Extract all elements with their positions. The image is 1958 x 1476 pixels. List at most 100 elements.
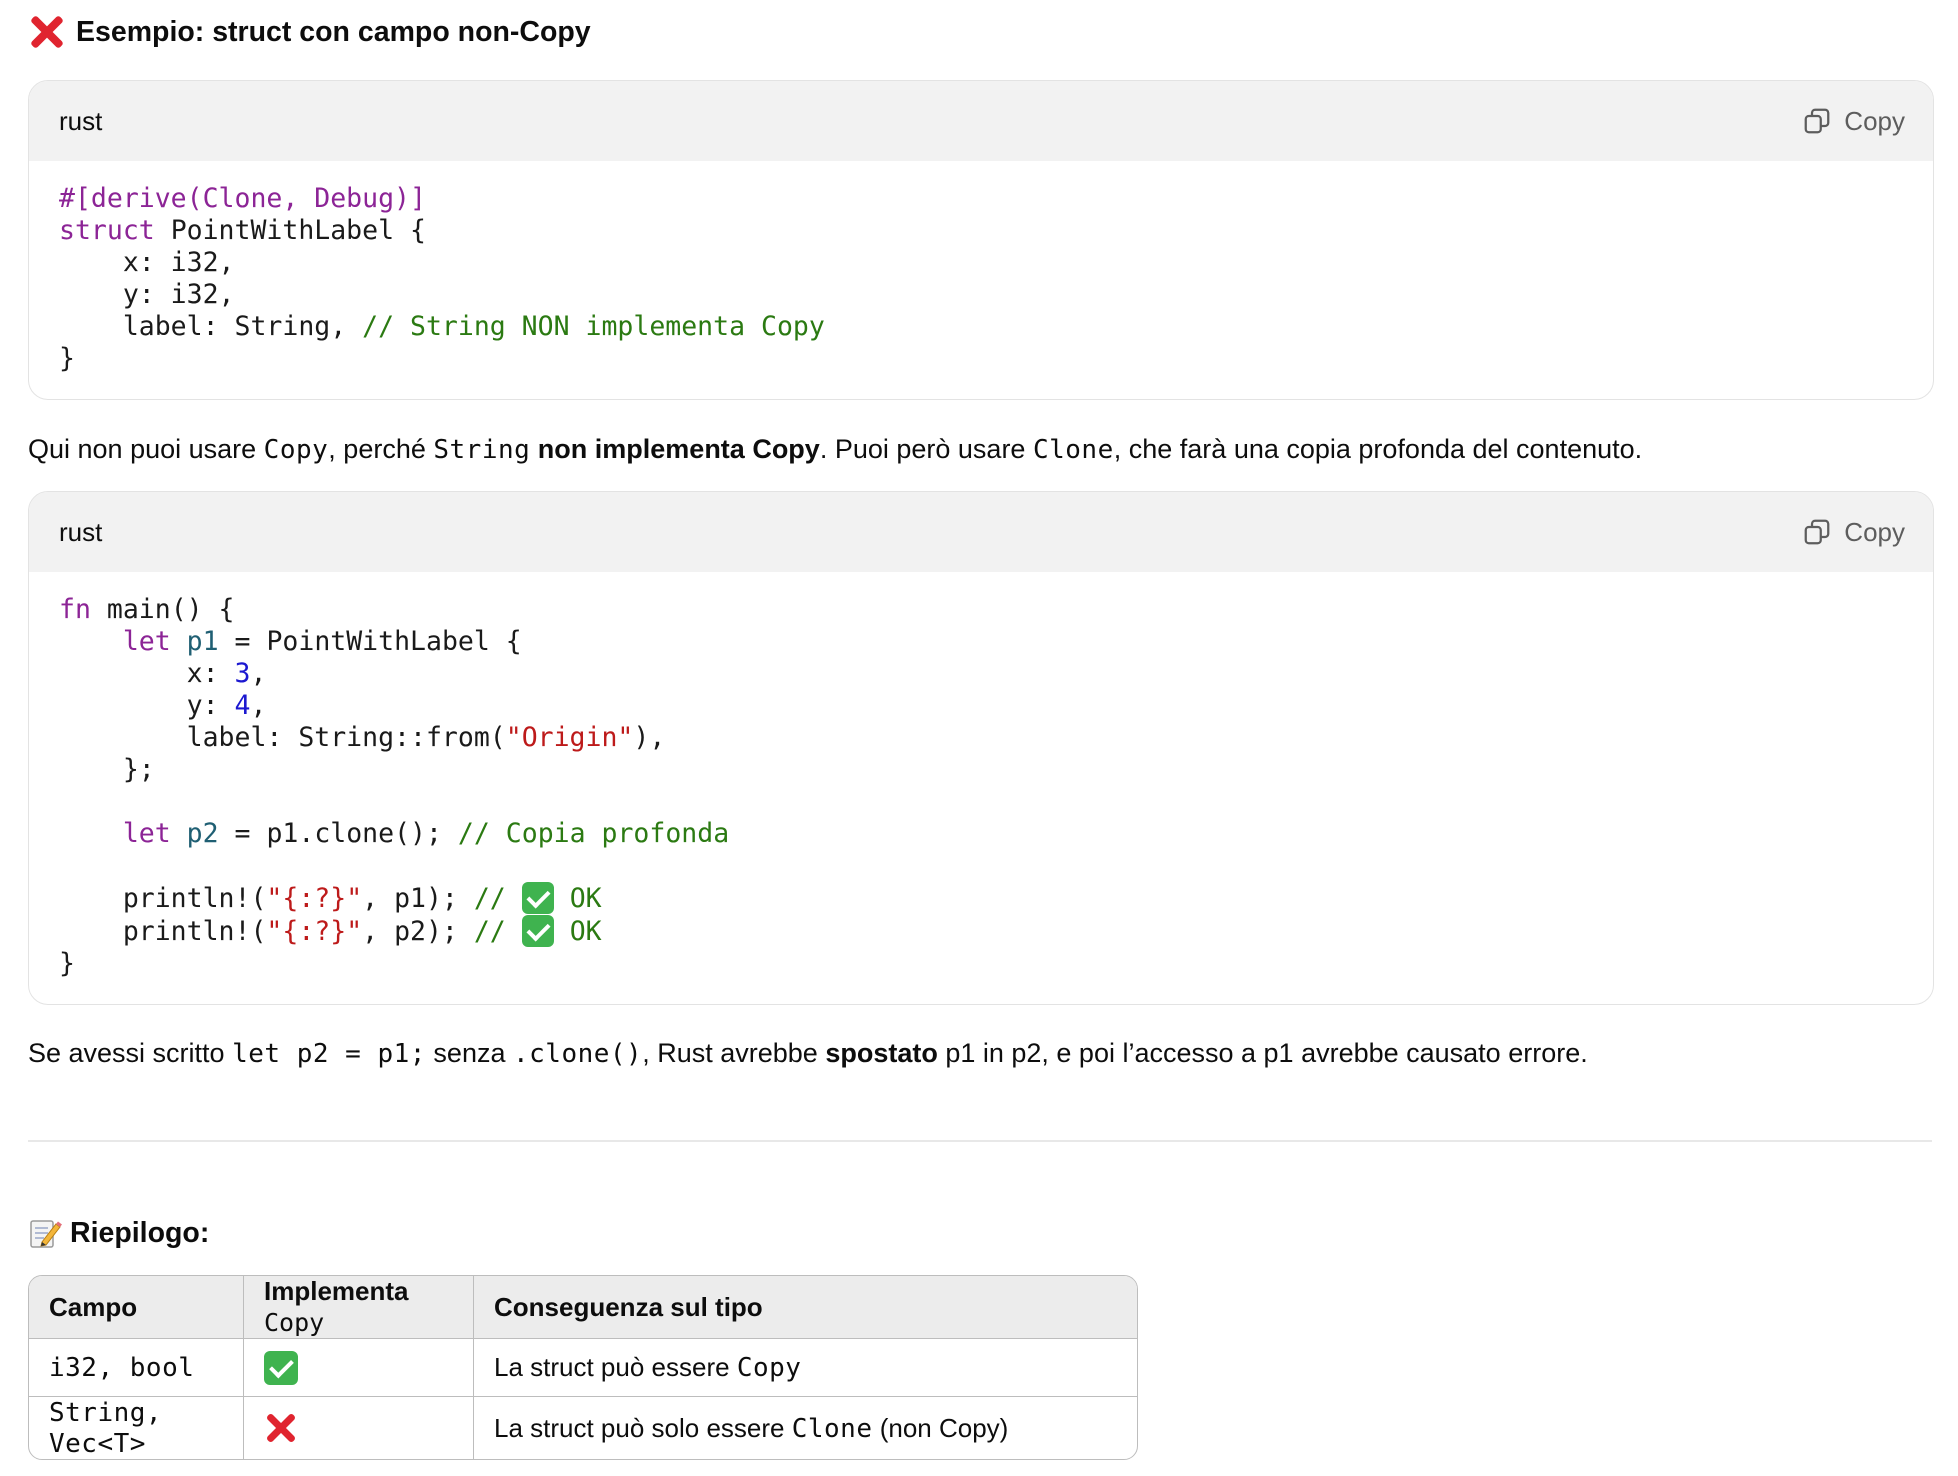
text: . Puoi però usare — [819, 434, 1033, 464]
memo-icon — [30, 1220, 62, 1248]
code-content[interactable]: fn main() { let p1 = PointWithLabel { x:… — [29, 572, 1933, 1004]
bold-text: non implementa Copy — [537, 434, 820, 464]
copy-code-button[interactable]: Copy — [1802, 106, 1905, 137]
code-token: } — [59, 948, 75, 979]
table-row: i32, bool La struct può essere Copy — [29, 1339, 1137, 1397]
section-heading-text: Esempio: struct con campo non-Copy — [76, 15, 591, 48]
inline-code: Clone — [791, 1413, 873, 1444]
code-comment: // Copia profonda — [457, 818, 730, 849]
table-cell — [244, 1339, 474, 1397]
code-token: x: i32, — [59, 247, 235, 278]
code-token: #[derive(Clone, Debug)] — [59, 183, 426, 214]
code-comment: // OK — [473, 882, 602, 914]
text: La struct può essere — [494, 1352, 737, 1382]
code-token: let — [122, 626, 171, 657]
table-cell: String, Vec<T> — [29, 1397, 244, 1459]
inline-code: Copy — [263, 435, 329, 465]
code-token: , p2); — [362, 916, 474, 947]
cross-mark-icon — [264, 1411, 298, 1445]
section-heading-text: Riepilogo: — [70, 1216, 210, 1249]
column-header-text: Implementa — [264, 1276, 409, 1306]
inline-code: String, Vec<T> — [49, 1398, 163, 1459]
copy-label: Copy — [1844, 516, 1905, 547]
copy-label: Copy — [1844, 105, 1905, 136]
copy-icon — [1804, 519, 1830, 545]
bold-text: spostato — [825, 1038, 938, 1068]
text: p1 in p2, e poi l’accesso a p1 avrebbe c… — [937, 1038, 1588, 1068]
code-token: = PointWithLabel { — [218, 626, 522, 657]
code-token: }; — [59, 754, 155, 785]
text: , Rust avrebbe — [642, 1038, 826, 1068]
code-comment: // String NON implementa Copy — [362, 311, 825, 342]
code-token: label: String, — [59, 311, 363, 342]
code-token: = p1.clone(); — [218, 818, 458, 849]
table-cell: La struct può essere Copy — [474, 1339, 1137, 1397]
code-token: let — [122, 818, 171, 849]
paragraph: Qui non puoi usare Copy, perché String n… — [28, 432, 1642, 468]
column-header: Implementa Copy — [244, 1276, 474, 1339]
inline-code: let p2 = p1; — [232, 1039, 426, 1069]
code-token: p2 — [186, 818, 219, 849]
code-token: OK — [569, 916, 602, 947]
inline-code: Copy — [264, 1308, 325, 1337]
table-row: String, Vec<T> La struct può solo essere… — [29, 1397, 1137, 1459]
code-token: x: — [59, 658, 235, 689]
text: Qui non puoi usare — [28, 434, 264, 464]
code-token: , p1); — [362, 883, 474, 914]
code-token: // — [473, 883, 506, 914]
code-token: p1 — [186, 626, 219, 657]
inline-code: Clone — [1032, 435, 1114, 465]
code-block: rust Copy fn main() { let p1 = PointWith… — [28, 491, 1934, 1005]
text — [530, 434, 538, 464]
inline-code: i32, bool — [49, 1353, 195, 1383]
text: senza — [425, 1038, 513, 1068]
copy-icon — [1804, 108, 1830, 134]
cross-mark-icon — [28, 13, 66, 51]
table-header-row: Campo Implementa Copy Conseguenza sul ti… — [29, 1276, 1137, 1339]
copy-code-button[interactable]: Copy — [1802, 517, 1905, 548]
divider — [28, 1140, 1932, 1142]
code-token: ), — [633, 722, 666, 753]
inline-code: String — [433, 435, 531, 465]
code-block-header: rust Copy — [29, 492, 1933, 572]
table-cell: i32, bool — [29, 1339, 244, 1397]
code-token: y: i32, — [59, 279, 235, 310]
code-language-label: rust — [59, 105, 103, 136]
inline-code: .clone() — [512, 1039, 643, 1069]
code-token: } — [59, 343, 75, 374]
table-cell — [244, 1397, 474, 1459]
code-token: println!( — [59, 883, 267, 914]
text: , che farà una copia profonda del conten… — [1113, 434, 1643, 464]
code-token: main() { — [90, 594, 235, 625]
column-header: Conseguenza sul tipo — [474, 1276, 1137, 1339]
check-mark-icon — [521, 915, 554, 947]
code-content[interactable]: #[derive(Clone, Debug)] struct PointWith… — [29, 161, 1933, 399]
text: Se avessi scritto — [28, 1038, 233, 1068]
code-token: // — [473, 916, 506, 947]
text: (non Copy) — [872, 1412, 1009, 1443]
inline-code: Copy — [736, 1353, 802, 1383]
code-token: "{:?}" — [266, 883, 363, 914]
paragraph: Se avessi scritto let p2 = p1; senza .cl… — [28, 1036, 1588, 1072]
text: La struct può solo essere — [494, 1412, 792, 1443]
code-token: "{:?}" — [266, 916, 363, 947]
check-mark-icon — [264, 1350, 298, 1385]
check-mark-icon — [521, 882, 554, 914]
code-block: rust Copy #[derive(Clone, Debug)] struct… — [28, 80, 1934, 400]
code-token: struct — [59, 215, 155, 246]
code-token: OK — [569, 883, 602, 914]
text: , perché — [328, 434, 434, 464]
code-token: 3 — [234, 658, 251, 689]
code-token: "Origin" — [505, 722, 634, 753]
code-token: label: String::from( — [59, 722, 506, 753]
code-block-header: rust Copy — [29, 81, 1933, 161]
section-heading: Esempio: struct con campo non-Copy — [28, 13, 591, 51]
code-token: println!( — [59, 916, 267, 947]
code-comment: // OK — [473, 915, 602, 947]
summary-table: Campo Implementa Copy Conseguenza sul ti… — [28, 1275, 1138, 1460]
code-token: y: — [59, 690, 235, 721]
code-token: fn — [59, 594, 91, 625]
section-heading: Riepilogo: — [28, 1216, 209, 1250]
code-token: PointWithLabel { — [154, 215, 426, 246]
table-cell: La struct può solo essere Clone (non Cop… — [474, 1397, 1137, 1459]
